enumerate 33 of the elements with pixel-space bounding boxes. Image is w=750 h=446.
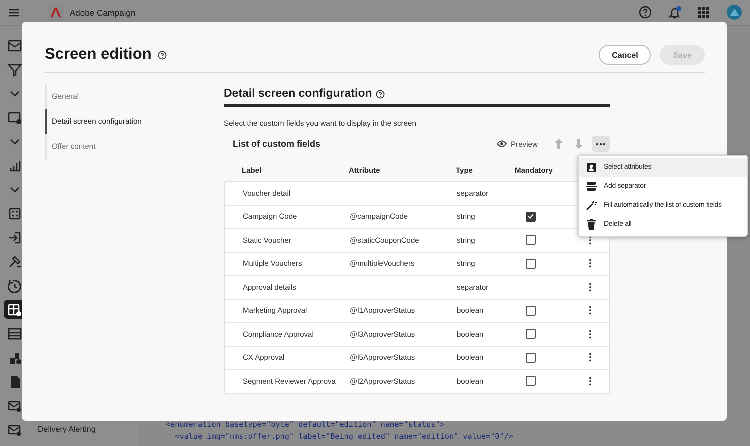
more-button[interactable]	[592, 136, 610, 152]
mandatory-checkbox[interactable]	[526, 235, 536, 246]
nav-label[interactable]: Delivery Alerting	[38, 425, 96, 434]
notification-bell-icon[interactable]	[668, 6, 682, 20]
mandatory-checkbox[interactable]	[526, 212, 536, 222]
app-title: Adobe Campaign	[70, 8, 136, 18]
row-actions-icon[interactable]	[588, 306, 592, 316]
row-actions-icon[interactable]	[588, 259, 592, 268]
dialog-title: Screen edition	[45, 46, 152, 64]
row-actions-icon[interactable]	[588, 282, 592, 292]
row-actions-icon[interactable]	[588, 376, 592, 386]
mandatory-checkbox[interactable]	[526, 258, 536, 269]
dialog-button[interactable]: Cancel	[599, 45, 652, 65]
mandatory-checkbox[interactable]	[526, 329, 536, 340]
list-title: List of custom fields	[233, 139, 321, 149]
magic-wand-icon	[586, 200, 597, 211]
separator-icon	[586, 181, 597, 192]
mandatory-checkbox[interactable]	[526, 352, 536, 363]
more-icon	[596, 142, 606, 146]
section-heading: Detail screen configuration	[224, 88, 372, 100]
select-attributes-icon	[586, 162, 597, 173]
help-icon[interactable]	[639, 6, 652, 19]
row-actions-icon[interactable]	[588, 330, 592, 339]
apps-grid-icon[interactable]	[698, 7, 709, 18]
logo-icon	[48, 4, 64, 20]
mandatory-checkbox[interactable]	[526, 376, 536, 386]
eye-icon	[496, 140, 507, 148]
mandatory-checkbox[interactable]	[526, 306, 536, 316]
row-actions-icon[interactable]	[588, 353, 592, 362]
help-icon[interactable]	[376, 90, 386, 98]
trash-icon	[586, 219, 597, 230]
menu-icon[interactable]	[8, 6, 20, 18]
help-icon[interactable]	[158, 50, 167, 60]
